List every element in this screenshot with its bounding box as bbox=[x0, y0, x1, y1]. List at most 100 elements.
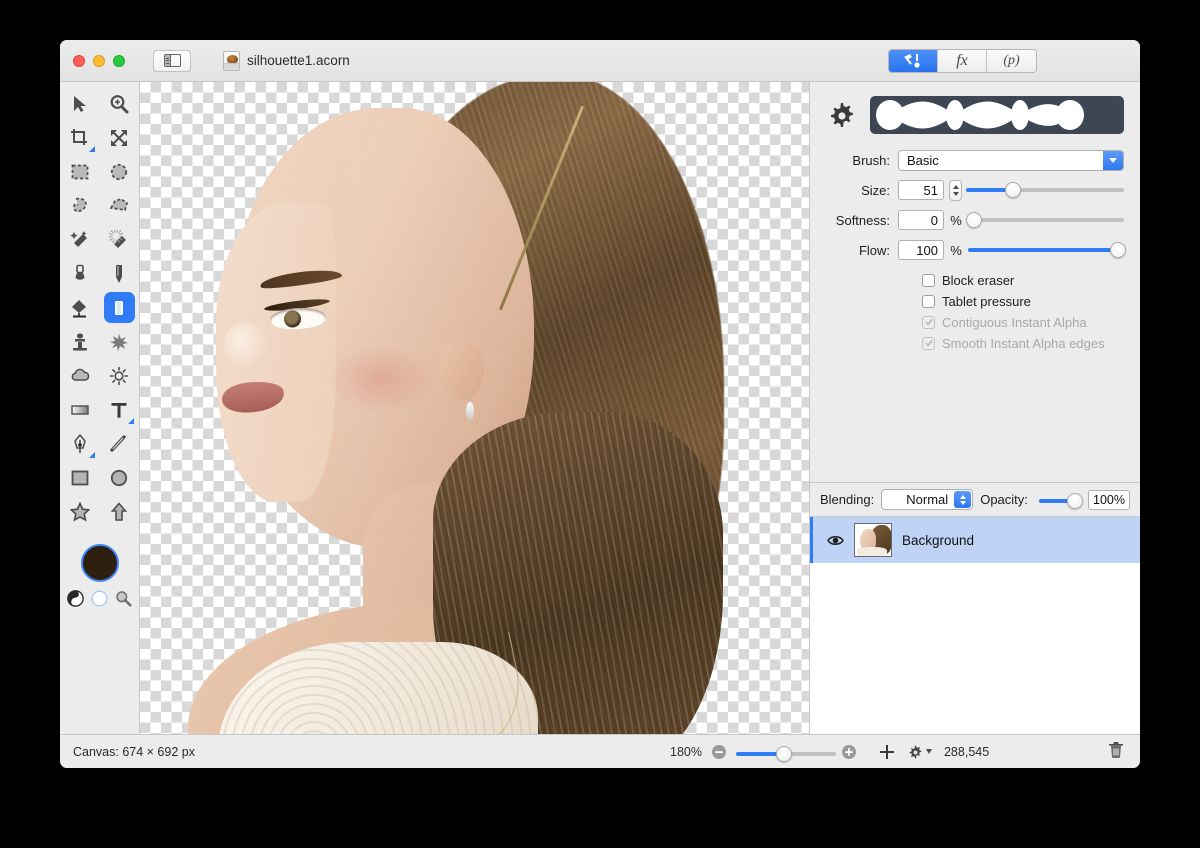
zoom-tool[interactable] bbox=[104, 88, 135, 119]
block-eraser-row[interactable]: Block eraser bbox=[922, 270, 1124, 290]
tablet-pressure-row[interactable]: Tablet pressure bbox=[922, 291, 1124, 311]
tool-palette bbox=[60, 82, 140, 734]
window-body: Brush: Basic Size: 51 Softness: 0 % Flow… bbox=[60, 82, 1140, 734]
blending-value: Normal bbox=[906, 492, 949, 507]
block-eraser-label: Block eraser bbox=[942, 272, 1015, 288]
swap-colors-icon[interactable] bbox=[67, 590, 84, 607]
zoom-out-icon[interactable] bbox=[711, 744, 727, 760]
layer-list: Background bbox=[810, 517, 1140, 734]
smooth-instant-alpha-checkbox bbox=[922, 336, 935, 350]
size-input[interactable]: 51 bbox=[898, 180, 944, 200]
checkmark-icon bbox=[924, 339, 933, 347]
brush-tool[interactable] bbox=[65, 258, 96, 289]
text-tool[interactable] bbox=[104, 394, 135, 425]
pencil-tool[interactable] bbox=[104, 258, 135, 289]
eye-visibility-icon[interactable] bbox=[827, 534, 844, 547]
star-shape-tool[interactable] bbox=[65, 496, 96, 527]
ellipse-select-tool[interactable] bbox=[104, 156, 135, 187]
zoom-in-icon[interactable] bbox=[841, 744, 857, 760]
tab-presets[interactable]: (p) bbox=[987, 50, 1036, 72]
inspector-panel: Brush: Basic Size: 51 Softness: 0 % Flow… bbox=[810, 82, 1140, 734]
size-slider[interactable] bbox=[966, 180, 1124, 200]
flow-slider[interactable] bbox=[968, 240, 1126, 260]
rect-select-tool[interactable] bbox=[65, 156, 96, 187]
magic-wand-tool[interactable] bbox=[65, 224, 96, 255]
sidebar-toggle-icon bbox=[163, 54, 181, 67]
brush-stroke-preview bbox=[870, 96, 1124, 134]
lasso-tool[interactable] bbox=[65, 190, 96, 221]
contiguous-instant-alpha-label: Contiguous Instant Alpha bbox=[942, 314, 1087, 330]
clone-stamp-tool[interactable] bbox=[65, 326, 96, 357]
tablet-pressure-checkbox[interactable] bbox=[922, 294, 935, 308]
layer-blend-bar: Blending: Normal Opacity: 100% bbox=[810, 483, 1140, 517]
brush-label: Brush: bbox=[852, 152, 890, 168]
gear-dropdown-icon[interactable] bbox=[907, 744, 923, 760]
brush-preview-row bbox=[826, 96, 1124, 134]
foreground-color-well[interactable] bbox=[80, 544, 119, 582]
sidebar-toggle-button[interactable] bbox=[153, 49, 191, 72]
polygon-select-tool[interactable] bbox=[104, 190, 135, 221]
zoom-level-label: 180% bbox=[670, 744, 702, 759]
maximize-window-button[interactable] bbox=[113, 54, 125, 67]
tab-tools[interactable] bbox=[889, 50, 938, 72]
image-canvas[interactable] bbox=[140, 82, 809, 734]
eraser-tool[interactable] bbox=[103, 292, 135, 323]
chevron-down-icon[interactable] bbox=[1103, 150, 1123, 170]
dodge-burn-tool[interactable] bbox=[104, 360, 135, 391]
softness-slider[interactable] bbox=[966, 210, 1124, 230]
flow-input[interactable]: 100 bbox=[898, 240, 944, 260]
tool-badge-icon bbox=[88, 452, 95, 458]
tool-badge-icon bbox=[127, 418, 134, 424]
crop-tool[interactable] bbox=[65, 122, 96, 153]
blending-select[interactable]: Normal bbox=[881, 489, 974, 510]
close-window-button[interactable] bbox=[73, 54, 85, 67]
brush-select[interactable]: Basic bbox=[898, 149, 1124, 171]
opacity-slider[interactable] bbox=[1038, 491, 1083, 509]
layer-row-background[interactable]: Background bbox=[810, 517, 1140, 563]
opacity-label: Opacity: bbox=[980, 492, 1028, 507]
smudge-tool[interactable] bbox=[104, 326, 135, 357]
brush-row: Brush: Basic bbox=[826, 148, 1124, 172]
delete-layer-button[interactable] bbox=[1108, 741, 1124, 762]
gear-icon[interactable] bbox=[826, 100, 856, 130]
tool-row bbox=[60, 258, 139, 289]
canvas-size-label: Canvas: 674 × 692 px bbox=[73, 744, 195, 759]
updown-chevron-icon[interactable] bbox=[954, 491, 972, 508]
tab-filters[interactable]: fx bbox=[938, 50, 987, 72]
instant-alpha-tool[interactable] bbox=[104, 224, 135, 255]
canvas-area[interactable] bbox=[140, 82, 810, 734]
zoom-slider[interactable] bbox=[735, 744, 836, 762]
tool-row bbox=[60, 190, 139, 221]
layer-thumbnail bbox=[854, 523, 892, 557]
transform-tool[interactable] bbox=[104, 122, 135, 153]
color-picker-icon[interactable] bbox=[115, 590, 132, 607]
softness-row: Softness: 0 % bbox=[826, 208, 1124, 232]
default-colors-icon[interactable] bbox=[91, 590, 108, 607]
rectangle-shape-tool[interactable] bbox=[65, 462, 96, 493]
size-label: Size: bbox=[861, 182, 890, 198]
opacity-input[interactable]: 100% bbox=[1088, 489, 1130, 510]
paint-bucket-tool[interactable] bbox=[65, 292, 96, 323]
tool-row bbox=[60, 122, 139, 153]
arrow-shape-tool[interactable] bbox=[104, 496, 135, 527]
blur-tool[interactable] bbox=[65, 360, 96, 391]
plus-icon[interactable] bbox=[879, 744, 895, 760]
gradient-tool[interactable] bbox=[65, 394, 96, 425]
trash-icon[interactable] bbox=[1108, 741, 1124, 759]
softness-unit: % bbox=[950, 212, 962, 228]
document-title: silhouette1.acorn bbox=[223, 50, 350, 71]
bezier-pen-tool[interactable] bbox=[65, 428, 96, 459]
tool-row bbox=[60, 360, 139, 391]
softness-input[interactable]: 0 bbox=[898, 210, 944, 230]
move-tool[interactable] bbox=[65, 88, 96, 119]
block-eraser-checkbox[interactable] bbox=[922, 273, 935, 287]
size-stepper[interactable] bbox=[949, 179, 962, 201]
color-controls bbox=[67, 544, 132, 607]
line-tool[interactable] bbox=[104, 428, 135, 459]
ellipse-shape-tool[interactable] bbox=[104, 462, 135, 493]
smooth-instant-alpha-label: Smooth Instant Alpha edges bbox=[942, 335, 1105, 351]
minimize-window-button[interactable] bbox=[93, 54, 105, 67]
memory-usage-label: 288,545 bbox=[943, 744, 990, 759]
tool-row bbox=[60, 156, 139, 187]
tool-row bbox=[60, 428, 139, 459]
